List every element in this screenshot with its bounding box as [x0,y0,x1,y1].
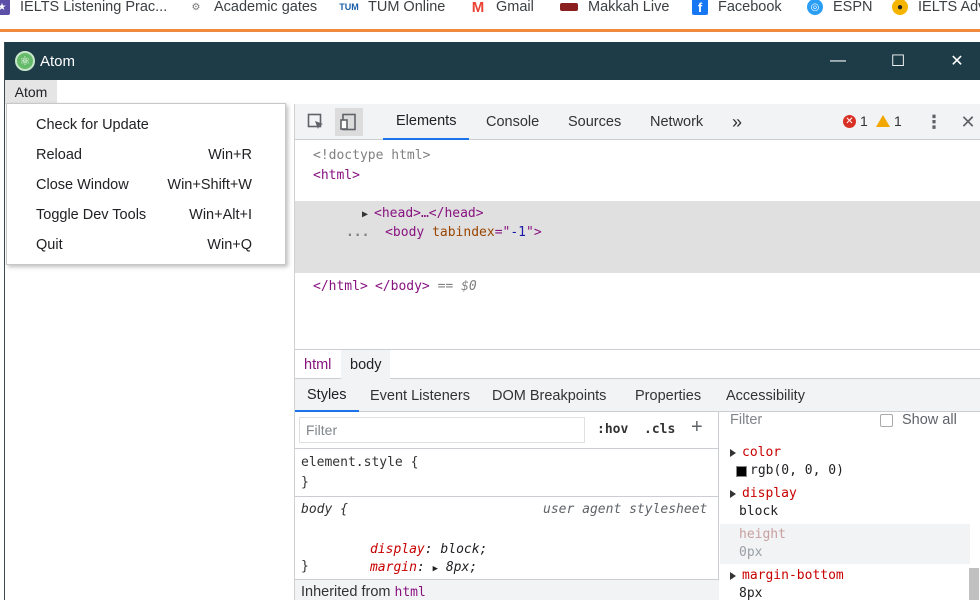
hov-toggle[interactable]: :hov [597,422,628,437]
more-tabs-button[interactable]: » [732,104,742,140]
bookmark-makkah-live[interactable]: Makkah Live [560,0,669,15]
computed-row-color[interactable]: color rgb(0, 0, 0) [720,444,970,480]
dom-head-node[interactable]: ▶ <head>…</head> [315,184,484,221]
maximize-button[interactable]: ☐ [869,42,927,80]
breadcrumb-html[interactable]: html [295,350,340,379]
devtools-panel: Elements Console Sources Network » ✕ 1 1… [295,104,980,600]
makkah-live-icon [560,3,578,11]
bookmark-ielts-listening[interactable]: ★ IELTS Listening Prac... [0,0,167,15]
menu-item-close-window[interactable]: Close Window Win+Shift+W [7,170,285,200]
styles-filter-input[interactable]: Filter [299,417,585,443]
devtools-menu-icon[interactable]: ⋮ [920,108,948,136]
bookmarks-bar: ★ IELTS Listening Prac... ⚙ Academic gat… [0,0,980,32]
expand-triangle-icon[interactable] [730,449,736,457]
inherited-from-header: Inherited from html [295,580,719,600]
facebook-icon: f [692,0,708,15]
menu-item-toggle-dev-tools[interactable]: Toggle Dev Tools Win+Alt+I [7,200,285,230]
dom-doctype[interactable]: <!doctype html> [313,146,430,166]
ielts-icon: ★ [0,0,10,15]
ielts-advantage-icon: ● [892,0,908,15]
element-style-selector[interactable]: element.style { [301,453,418,472]
computed-row-display[interactable]: display block [720,485,970,521]
expand-triangle-icon[interactable] [730,572,736,580]
styles-pane: Filter :hov .cls + element.style { } bod… [295,412,719,600]
computed-pane: Filter Show all color rgb(0, 0, 0) displ… [720,412,980,600]
computed-scrollbar[interactable] [969,568,979,600]
error-icon: ✕ [843,114,856,128]
computed-row-margin-bottom[interactable]: margin-bottom 8px [720,567,970,600]
warning-icon [876,115,890,127]
dom-html-close[interactable]: </html> [313,277,368,297]
bookmark-espn[interactable]: ◎ ESPN [807,0,873,15]
menu-atom[interactable]: Atom [5,80,57,104]
close-devtools-icon[interactable]: ✕ [954,108,980,136]
bookmark-academic-gates[interactable]: ⚙ Academic gates [188,0,318,15]
styles-sub-tab-bar: Styles Event Listeners DOM Breakpoints P… [295,379,980,412]
error-counter[interactable]: ✕ 1 [843,113,868,129]
bookmark-ielts-adv[interactable]: ● IELTS Adv... [892,0,980,15]
style-declaration[interactable]: margin: ▶ 8px; [323,539,477,575]
menu-item-quit[interactable]: Quit Win+Q [7,230,285,260]
tab-console[interactable]: Console [486,104,539,140]
tab-styles[interactable]: Styles [295,379,359,412]
dom-html-open[interactable]: <html> [313,166,360,186]
bookmark-gmail[interactable]: M Gmail [470,0,534,16]
rule-source: user agent stylesheet [543,502,708,517]
tab-dom-breakpoints[interactable]: DOM Breakpoints [492,379,606,412]
menu-bar: Atom [5,80,980,104]
minimize-button[interactable]: — [809,42,867,80]
style-declaration[interactable]: display: block; [323,521,487,557]
atom-dropdown-menu: Check for Update Reload Win+R Close Wind… [6,103,286,265]
tab-sources[interactable]: Sources [568,104,621,140]
show-all-checkbox[interactable]: Show all [880,412,957,428]
computed-filter-input[interactable]: Filter [730,412,762,428]
academic-gates-icon: ⚙ [191,1,201,13]
tab-accessibility[interactable]: Accessibility [726,379,805,412]
warning-counter[interactable]: 1 [876,113,902,129]
tum-icon: TUM [339,2,359,12]
title-bar[interactable]: ⚛ Atom — ☐ ✕ [5,42,980,80]
breadcrumb: html body [295,349,980,379]
color-swatch[interactable] [736,465,747,477]
element-style-close: } [301,475,309,490]
dom-body-node[interactable]: ... <body tabindex="-1"> [299,203,542,240]
new-style-rule-icon[interactable]: + [691,416,703,439]
menu-item-reload[interactable]: Reload Win+R [7,140,285,170]
espn-icon: ◎ [807,0,823,15]
close-button[interactable]: ✕ [928,42,980,80]
tab-event-listeners[interactable]: Event Listeners [370,379,470,412]
inspect-element-icon[interactable] [302,108,330,136]
bookmark-facebook[interactable]: f Facebook [692,0,782,15]
checkbox-icon[interactable] [880,413,893,427]
dom-tree: <!doctype html> <html> ▶ <head>…</head> … [295,141,980,349]
computed-row-height[interactable]: height 0px [720,524,970,564]
atom-logo-icon: ⚛ [15,51,35,71]
menu-item-check-for-update[interactable]: Check for Update [7,110,285,140]
expand-triangle-icon[interactable] [730,490,736,498]
tab-properties[interactable]: Properties [635,379,701,412]
body-rule-close: } [301,559,309,574]
tab-network[interactable]: Network [650,104,703,140]
body-rule-selector[interactable]: body { [301,500,348,519]
tab-elements[interactable]: Elements [383,104,470,140]
devtools-tab-bar: Elements Console Sources Network » ✕ 1 1… [295,104,980,140]
breadcrumb-body[interactable]: body [341,350,391,379]
device-toolbar-icon[interactable] [335,108,363,136]
cls-toggle[interactable]: .cls [644,422,675,437]
divider [295,496,719,497]
bookmark-tum-online[interactable]: TUM TUM Online [339,0,445,15]
divider [295,448,719,449]
gmail-icon: M [471,0,485,16]
window-title: Atom [40,53,76,70]
dom-body-close[interactable]: </body> == $0 [328,257,477,294]
